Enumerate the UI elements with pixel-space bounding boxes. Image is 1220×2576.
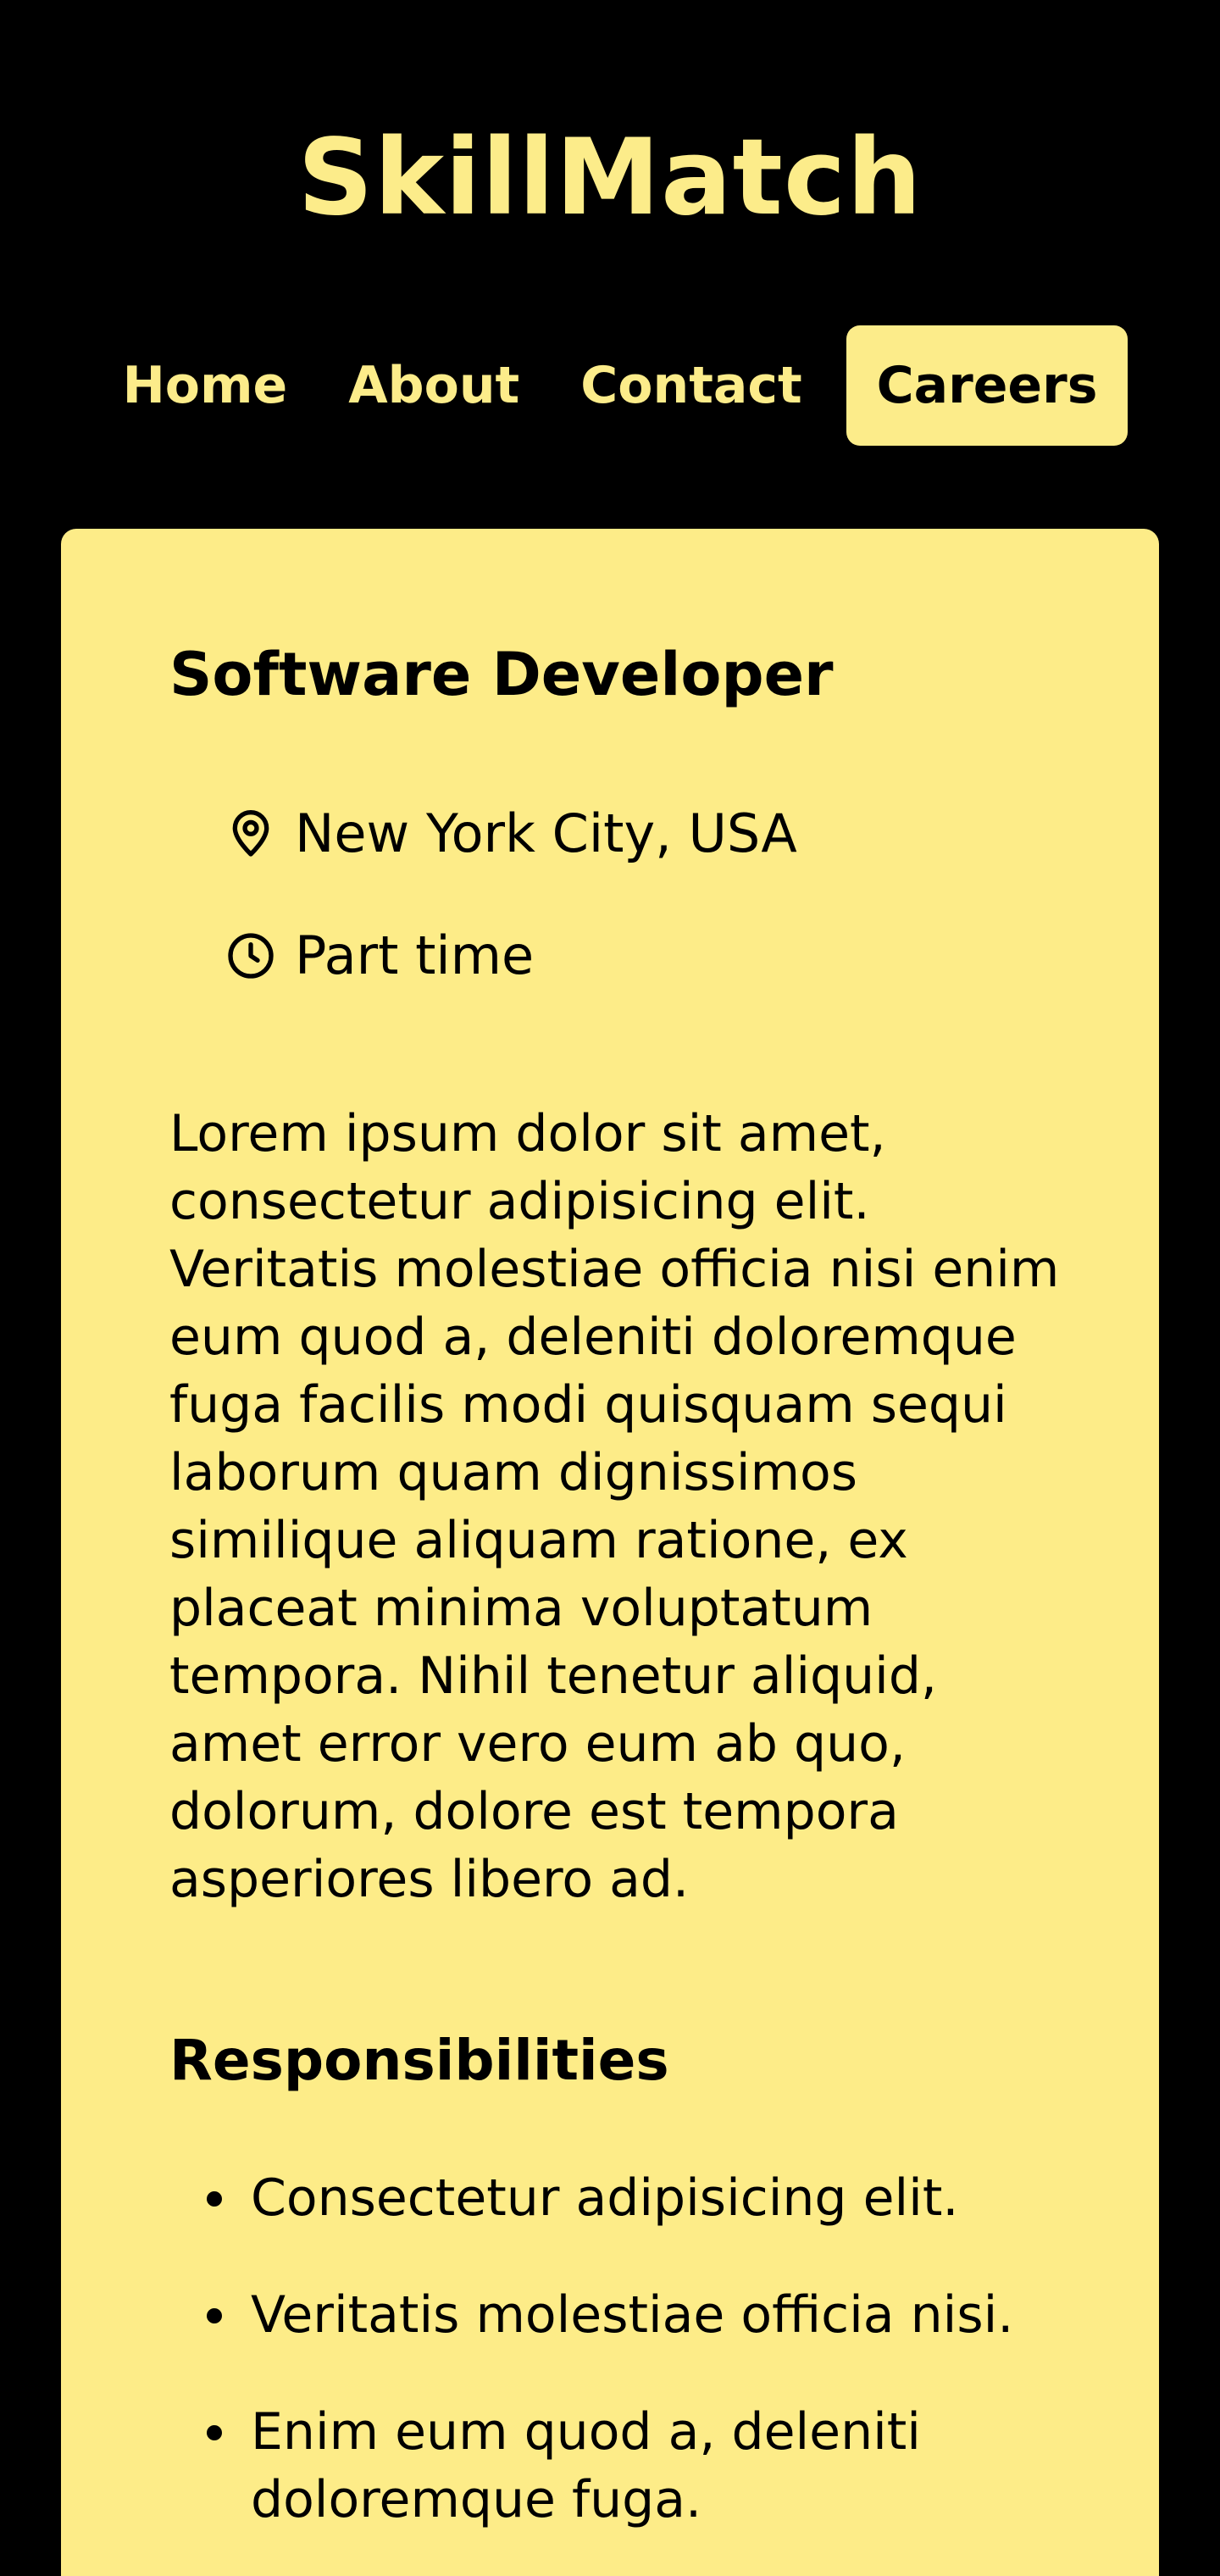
list-item: Consectetur adipisicing elit.: [169, 2164, 1084, 2232]
list-item: Veritatis molestiae officia nisi.: [169, 2281, 1084, 2349]
job-type-text: Part time: [295, 924, 535, 986]
job-description: Lorem ipsum dolor sit amet, consectetur …: [169, 1104, 1060, 1909]
bullet-icon: [207, 2425, 222, 2440]
nav-item-about[interactable]: About: [318, 325, 550, 446]
bullet-icon: [207, 2191, 222, 2207]
nav-item-home[interactable]: Home: [92, 325, 319, 446]
responsibility-text: Enim eum quod a, deleniti doloremque fug…: [251, 2402, 921, 2529]
map-pin-icon: [224, 807, 278, 861]
job-title: Software Developer: [169, 640, 834, 709]
list-item: Enim eum quod a, deleniti doloremque fug…: [169, 2398, 1084, 2534]
responsibility-text: Veritatis molestiae officia nisi.: [251, 2285, 1014, 2345]
page: SkillMatch Home About Contact Careers So…: [0, 0, 1220, 2576]
job-type: Part time: [224, 922, 534, 990]
responsibilities-list: Consectetur adipisicing elit. Veritatis …: [169, 2164, 1084, 2576]
nav-item-contact[interactable]: Contact: [550, 325, 832, 446]
brand-logo-text[interactable]: SkillMatch: [0, 119, 1220, 237]
job-location-text: New York City, USA: [295, 802, 797, 864]
responsibilities-heading: Responsibilities: [169, 2028, 669, 2093]
bullet-icon: [207, 2308, 222, 2323]
nav-item-careers[interactable]: Careers: [846, 325, 1128, 446]
job-location: New York City, USA: [224, 800, 797, 868]
responsibility-text: Consectetur adipisicing elit.: [251, 2168, 959, 2228]
clock-icon: [224, 929, 278, 983]
main-nav: Home About Contact Careers: [0, 325, 1220, 446]
job-card: Software Developer New York City, USA Pa…: [61, 529, 1159, 2576]
